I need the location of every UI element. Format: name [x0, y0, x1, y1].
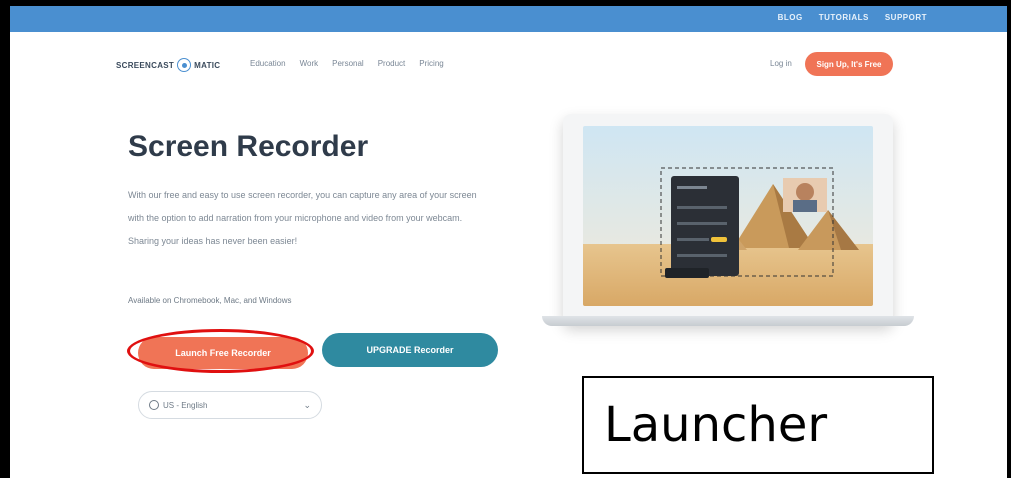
logo-text-left: SCREENCAST [116, 60, 175, 70]
logo-icon [177, 58, 192, 72]
top-utility-bar: BLOG TUTORIALS SUPPORT [10, 6, 1007, 32]
laptop-screen [583, 126, 873, 306]
availability-text: Available on Chromebook, Mac, and Window… [128, 296, 292, 305]
main-nav: SCREENCAST MATIC Education Work Personal… [10, 46, 1007, 86]
login-link[interactable]: Log in [770, 59, 792, 68]
logo-text-right: MATIC [194, 60, 221, 70]
support-link[interactable]: SUPPORT [885, 13, 927, 22]
nav-item-product[interactable]: Product [378, 59, 406, 68]
nav-item-pricing[interactable]: Pricing [419, 59, 443, 68]
chevron-down-icon: ⌄ [303, 399, 311, 410]
logo[interactable]: SCREENCAST MATIC [116, 58, 220, 72]
desert-pyramids-image [583, 126, 873, 306]
browser-page: BLOG TUTORIALS SUPPORT SCREENCAST MATIC … [10, 6, 1007, 478]
blog-link[interactable]: BLOG [778, 13, 803, 22]
nav-item-education[interactable]: Education [250, 59, 286, 68]
nav-item-personal[interactable]: Personal [332, 59, 364, 68]
language-select[interactable]: US - English ⌄ [138, 391, 322, 419]
page-title: Screen Recorder [128, 130, 369, 163]
recorder-panel [671, 176, 739, 276]
launch-free-recorder-button[interactable]: Launch Free Recorder [138, 337, 308, 369]
laptop-illustration [563, 114, 893, 324]
upgrade-recorder-button[interactable]: UPGRADE Recorder [322, 333, 498, 367]
hero-description: With our free and easy to use screen rec… [128, 190, 477, 246]
nav-item-work[interactable]: Work [300, 59, 319, 68]
launcher-caption: Launcher [582, 376, 934, 474]
globe-icon [149, 400, 159, 410]
nav-menu: Education Work Personal Product Pricing [250, 59, 444, 68]
laptop-base [542, 316, 914, 326]
language-selected: US - English [163, 400, 208, 410]
utility-links: BLOG TUTORIALS SUPPORT [778, 13, 927, 22]
tutorials-link[interactable]: TUTORIALS [819, 13, 869, 22]
signup-button[interactable]: Sign Up, It's Free [805, 52, 893, 76]
